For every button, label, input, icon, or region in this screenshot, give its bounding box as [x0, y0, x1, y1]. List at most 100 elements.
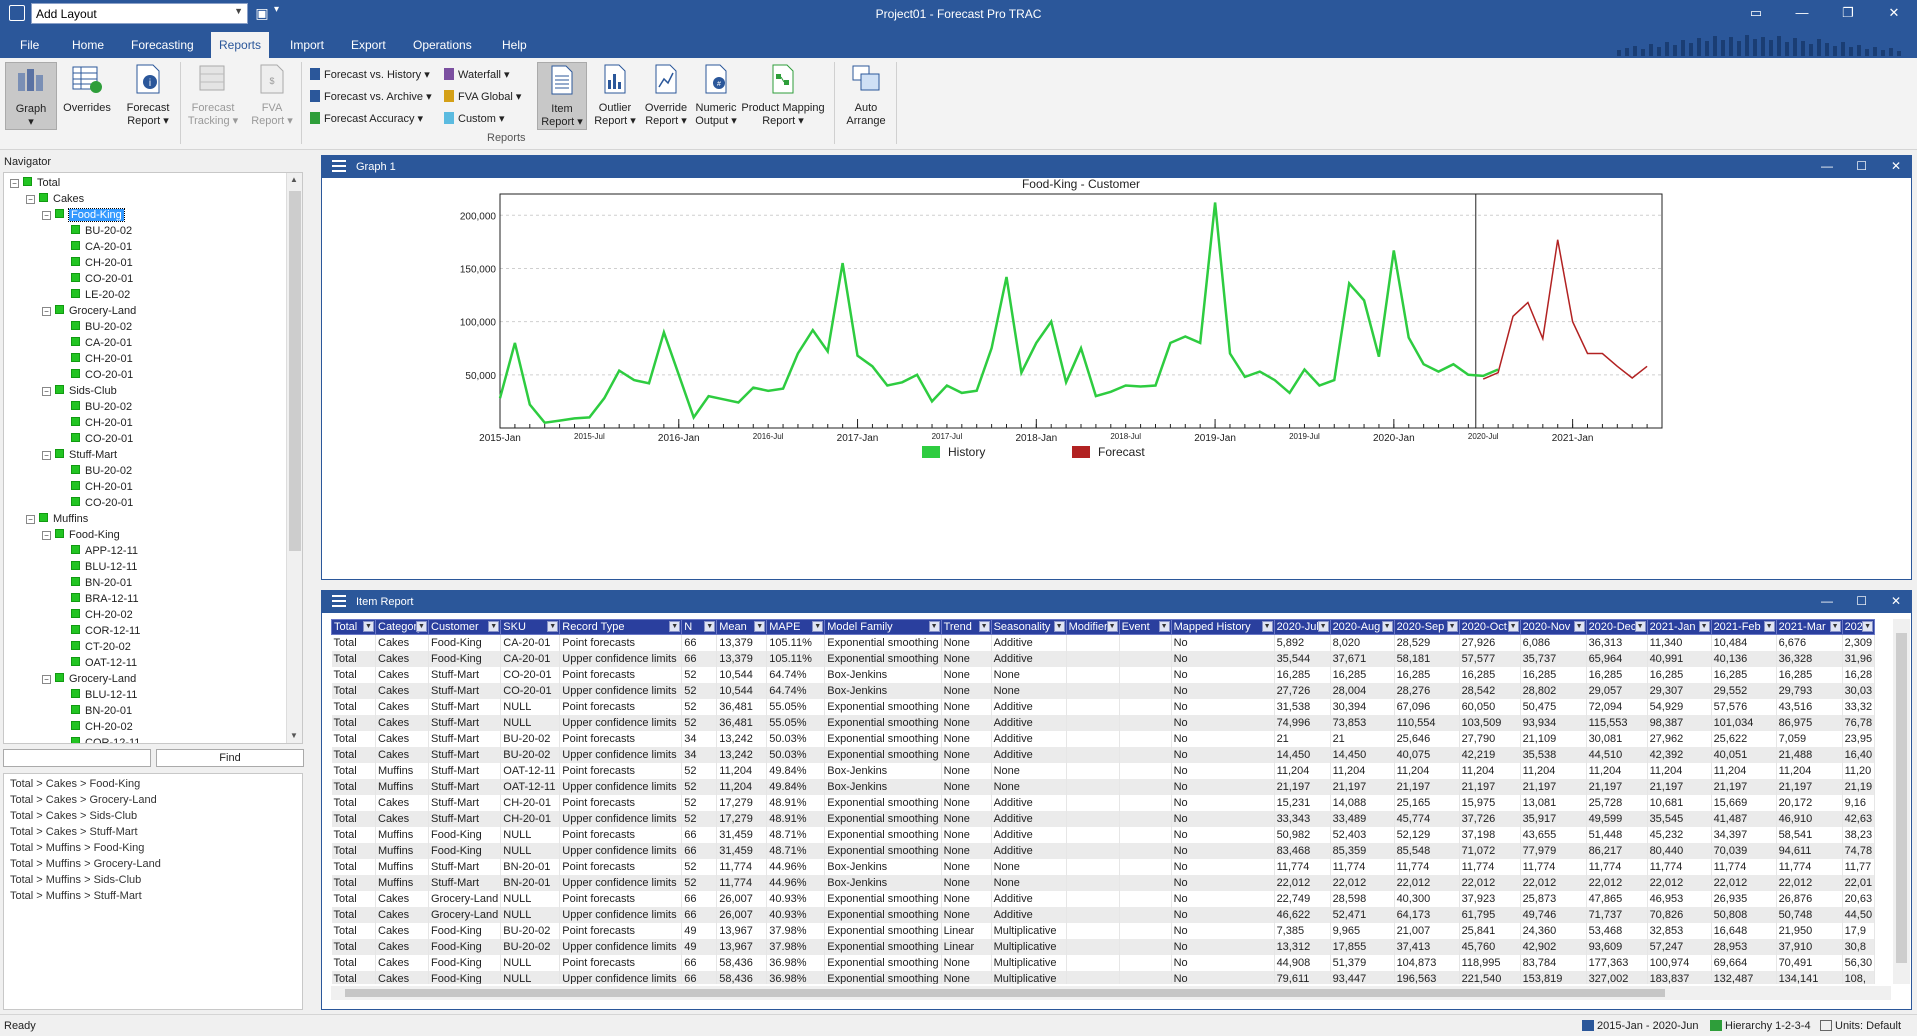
- table-row[interactable]: Total Cakes Stuff-Mart BU-20-02 Upper confid…: [331, 746, 1876, 763]
- collapse-icon[interactable]: −: [10, 179, 19, 188]
- collapse-icon[interactable]: −: [26, 515, 35, 524]
- table-row[interactable]: Total Cakes Stuff-Mart CO-20-01 Point foreca…: [331, 666, 1876, 683]
- scroll-up-icon[interactable]: ▲: [290, 175, 298, 184]
- column-header[interactable]: Customer ▼: [427, 619, 502, 635]
- column-header[interactable]: 2020-Dec ▼: [1585, 619, 1648, 635]
- tree-node[interactable]: BRA-12-11: [71, 593, 139, 607]
- path-list[interactable]: Total > Cakes > Food-King Total > Cakes …: [3, 773, 303, 1010]
- column-header[interactable]: Seasonality ▼: [990, 619, 1067, 635]
- tree-node[interactable]: − Cakes: [26, 193, 84, 207]
- tree-node[interactable]: BN-20-01: [71, 705, 132, 719]
- table-row[interactable]: Total Cakes Food-King CA-20-01 Upper confide…: [331, 650, 1876, 667]
- filter-icon[interactable]: ▼: [928, 621, 940, 632]
- outlier-report-button[interactable]: Outlier Report ▾: [590, 62, 640, 130]
- table-row[interactable]: Total Muffins Food-King NULL Upper confidenc…: [331, 842, 1876, 859]
- column-header[interactable]: 2020-Jul ▼: [1273, 619, 1331, 635]
- restore-icon[interactable]: ❐: [1825, 0, 1871, 28]
- filter-icon[interactable]: ▼: [1317, 621, 1329, 632]
- find-input[interactable]: [3, 749, 151, 767]
- tree-node[interactable]: CH-20-02: [71, 721, 133, 735]
- navigator-scrollbar[interactable]: ▲ ▼: [286, 173, 302, 743]
- column-header[interactable]: 2021-Feb ▼: [1710, 619, 1777, 635]
- custom-button[interactable]: Custom ▾: [444, 112, 504, 130]
- table-row[interactable]: Total Muffins Stuff-Mart BN-20-01 Point fore…: [331, 858, 1876, 875]
- collapse-icon[interactable]: −: [42, 387, 51, 396]
- tree-node[interactable]: − Grocery-Land: [42, 673, 136, 687]
- filter-icon[interactable]: ▼: [363, 621, 374, 632]
- tree-node[interactable]: − Grocery-Land: [42, 305, 136, 319]
- tree-node[interactable]: BLU-12-11: [71, 689, 137, 703]
- collapse-icon[interactable]: −: [26, 195, 35, 204]
- date-range-indicator[interactable]: 2015-Jan - 2020-Jun: [1582, 1020, 1699, 1032]
- column-header[interactable]: Mean ▼: [716, 619, 768, 635]
- forecast-vs-archive-button[interactable]: Forecast vs. Archive ▾: [310, 90, 432, 108]
- filter-icon[interactable]: ▼: [754, 621, 766, 632]
- column-header[interactable]: Model Family ▼: [824, 619, 942, 635]
- filter-icon[interactable]: ▼: [704, 621, 716, 632]
- close-icon[interactable]: ✕: [1891, 594, 1901, 608]
- overrides-button[interactable]: Overrides: [60, 62, 114, 130]
- units-indicator[interactable]: Units: Default: [1820, 1020, 1901, 1032]
- column-header[interactable]: MAPE ▼: [766, 619, 826, 635]
- graph-button[interactable]: Graph ▾: [5, 62, 57, 130]
- table-row[interactable]: Total Cakes Stuff-Mart CH-20-01 Point foreca…: [331, 794, 1876, 811]
- path-item[interactable]: Total > Muffins > Grocery-Land: [10, 858, 161, 870]
- tree-node[interactable]: CH-20-01: [71, 257, 133, 271]
- filter-icon[interactable]: ▼: [1634, 621, 1646, 632]
- tree-node[interactable]: BU-20-02: [71, 401, 132, 415]
- scrollbar-thumb[interactable]: [289, 191, 301, 551]
- forecast-tracking-button[interactable]: Forecast Tracking ▾: [184, 62, 242, 130]
- filter-icon[interactable]: ▼: [1446, 621, 1458, 632]
- tree-node[interactable]: CH-20-01: [71, 417, 133, 431]
- tree-node[interactable]: − Food-King: [42, 529, 120, 543]
- filter-icon[interactable]: ▼: [1381, 621, 1393, 632]
- close-icon[interactable]: ✕: [1891, 159, 1901, 173]
- table-row[interactable]: Total Muffins Stuff-Mart BN-20-01 Upper conf…: [331, 874, 1876, 891]
- column-header[interactable]: 2021-Jan ▼: [1646, 619, 1712, 635]
- navigator-tree[interactable]: − Total − Cakes − Food-King BU-20-02 CA-20-01 CH…: [3, 172, 303, 744]
- find-button[interactable]: Find: [156, 749, 304, 767]
- tab-file[interactable]: File: [12, 34, 47, 58]
- filter-icon[interactable]: ▼: [1698, 621, 1710, 632]
- column-header[interactable]: 2020-Oct ▼: [1458, 619, 1521, 635]
- collapse-icon[interactable]: −: [42, 307, 51, 316]
- table-row[interactable]: Total Cakes Food-King NULL Point forecasts 66…: [331, 954, 1876, 971]
- tree-node[interactable]: − Stuff-Mart: [42, 449, 117, 463]
- tree-node[interactable]: CH-20-02: [71, 609, 133, 623]
- menu-icon[interactable]: [332, 160, 346, 172]
- column-header[interactable]: 2020-Sep ▼: [1393, 619, 1460, 635]
- tree-node[interactable]: BU-20-02: [71, 225, 132, 239]
- column-header[interactable]: Mapped History ▼: [1170, 619, 1275, 635]
- forecast-accuracy-button[interactable]: Forecast Accuracy ▾: [310, 112, 423, 130]
- numeric-output-button[interactable]: # Numeric Output ▾: [690, 62, 742, 130]
- table-row[interactable]: Total Cakes Grocery-Land NULL Upper confiden…: [331, 906, 1876, 923]
- tree-node[interactable]: CO-20-01: [71, 497, 133, 511]
- maximize-icon[interactable]: ☐: [1856, 594, 1867, 608]
- tree-node[interactable]: COR-12-11: [71, 737, 140, 743]
- filter-icon[interactable]: ▼: [1862, 621, 1874, 632]
- table-row[interactable]: Total Cakes Stuff-Mart CH-20-01 Upper confid…: [331, 810, 1876, 827]
- tab-home[interactable]: Home: [64, 34, 112, 58]
- forecast-report-button[interactable]: i Forecast Report ▾: [120, 62, 176, 130]
- filter-icon[interactable]: ▼: [1106, 621, 1118, 632]
- collapse-icon[interactable]: −: [42, 675, 51, 684]
- column-header[interactable]: 2020-Aug ▼: [1329, 619, 1395, 635]
- path-item[interactable]: Total > Muffins > Food-King: [10, 842, 144, 854]
- path-item[interactable]: Total > Cakes > Sids-Club: [10, 810, 137, 822]
- filter-icon[interactable]: ▼: [669, 621, 681, 632]
- menu-icon[interactable]: [332, 595, 346, 607]
- filter-icon[interactable]: ▼: [1829, 621, 1841, 632]
- column-header[interactable]: Trend ▼: [940, 619, 992, 635]
- tab-export[interactable]: Export: [343, 34, 394, 58]
- column-header[interactable]: SKU ▼: [500, 619, 561, 635]
- override-report-button[interactable]: Override Report ▾: [640, 62, 692, 130]
- table-horizontal-scrollbar[interactable]: [331, 986, 1891, 1000]
- tab-import[interactable]: Import: [282, 34, 332, 58]
- table-row[interactable]: Total Cakes Grocery-Land NULL Point forecast…: [331, 890, 1876, 907]
- column-header[interactable]: 2021 ▼: [1841, 619, 1876, 635]
- table-row[interactable]: Total Cakes Food-King NULL Upper confidence …: [331, 970, 1876, 984]
- table-row[interactable]: Total Muffins Food-King NULL Point forecasts…: [331, 826, 1876, 843]
- hierarchy-indicator[interactable]: Hierarchy 1-2-3-4: [1710, 1020, 1811, 1032]
- column-header[interactable]: N ▼: [681, 619, 718, 635]
- forecast-vs-history-button[interactable]: Forecast vs. History ▾: [310, 68, 430, 86]
